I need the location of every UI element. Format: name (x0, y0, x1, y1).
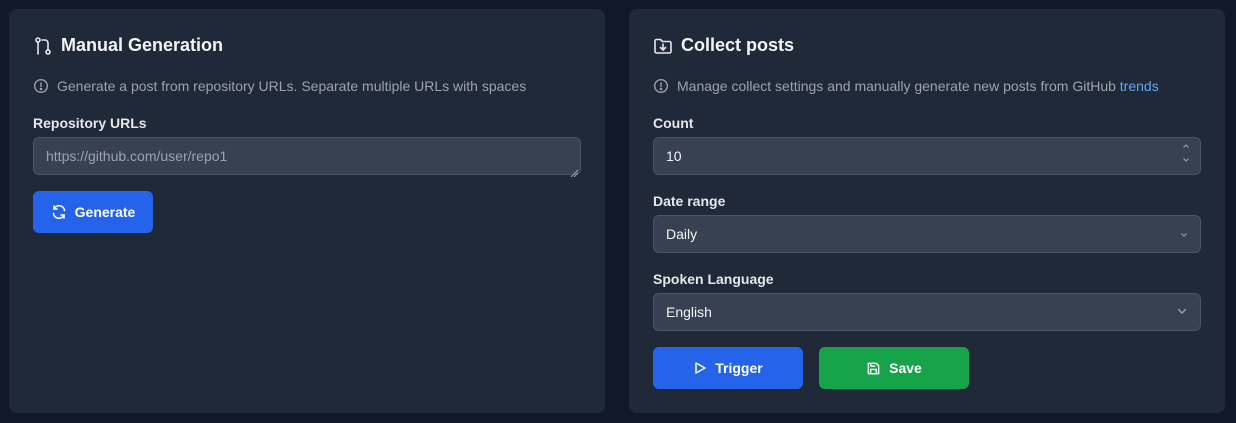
manual-info-text: Generate a post from repository URLs. Se… (57, 78, 527, 94)
refresh-icon (51, 204, 67, 220)
chevron-down-icon (1176, 304, 1188, 320)
date-range-value: Daily (666, 226, 698, 242)
date-range-select[interactable]: Daily (653, 215, 1201, 253)
generate-button[interactable]: Generate (33, 191, 153, 233)
info-icon (653, 78, 669, 94)
count-stepper[interactable] (1182, 142, 1190, 164)
collect-posts-title: Collect posts (681, 35, 795, 55)
date-range-label: Date range (653, 193, 726, 209)
spoken-language-select[interactable]: English (653, 293, 1201, 331)
repository-urls-textarea[interactable]: https://github.com/user/repo1 (33, 137, 581, 178)
trigger-button-label: Trigger (715, 360, 763, 376)
git-pull-request-icon (33, 36, 53, 56)
count-input[interactable]: 10 (653, 137, 1201, 175)
info-icon (33, 78, 49, 94)
repository-urls-label: Repository URLs (33, 115, 147, 131)
resize-grip-icon[interactable] (570, 164, 579, 178)
play-icon (693, 361, 707, 375)
save-button[interactable]: Save (819, 347, 969, 389)
manual-generation-card: Manual Generation Generate a post from r… (9, 9, 605, 413)
collect-info-text: Manage collect settings and manually gen… (677, 78, 1159, 94)
collect-info-row: Manage collect settings and manually gen… (653, 78, 1159, 94)
generate-button-label: Generate (74, 204, 136, 220)
folder-download-icon (653, 36, 673, 56)
stepper-up-icon[interactable] (1182, 142, 1190, 150)
stepper-down-icon[interactable] (1182, 156, 1190, 164)
collect-posts-header: Collect posts (653, 35, 794, 56)
spoken-language-value: English (666, 304, 712, 320)
trigger-button[interactable]: Trigger (653, 347, 803, 389)
collect-posts-card: Collect posts Manage collect settings an… (629, 9, 1225, 413)
count-label: Count (653, 115, 694, 131)
collect-info-prefix: Manage collect settings and manually gen… (677, 78, 1120, 94)
count-value: 10 (666, 148, 682, 164)
manual-info-row: Generate a post from repository URLs. Se… (33, 78, 526, 94)
manual-generation-title: Manual Generation (61, 35, 224, 55)
trends-link[interactable]: trends (1120, 78, 1159, 94)
spoken-language-label: Spoken Language (653, 271, 774, 287)
manual-generation-header: Manual Generation (33, 35, 223, 56)
repository-urls-placeholder: https://github.com/user/repo1 (46, 148, 228, 164)
save-icon (866, 361, 881, 376)
chevron-down-icon (1180, 226, 1188, 242)
save-button-label: Save (889, 360, 922, 376)
